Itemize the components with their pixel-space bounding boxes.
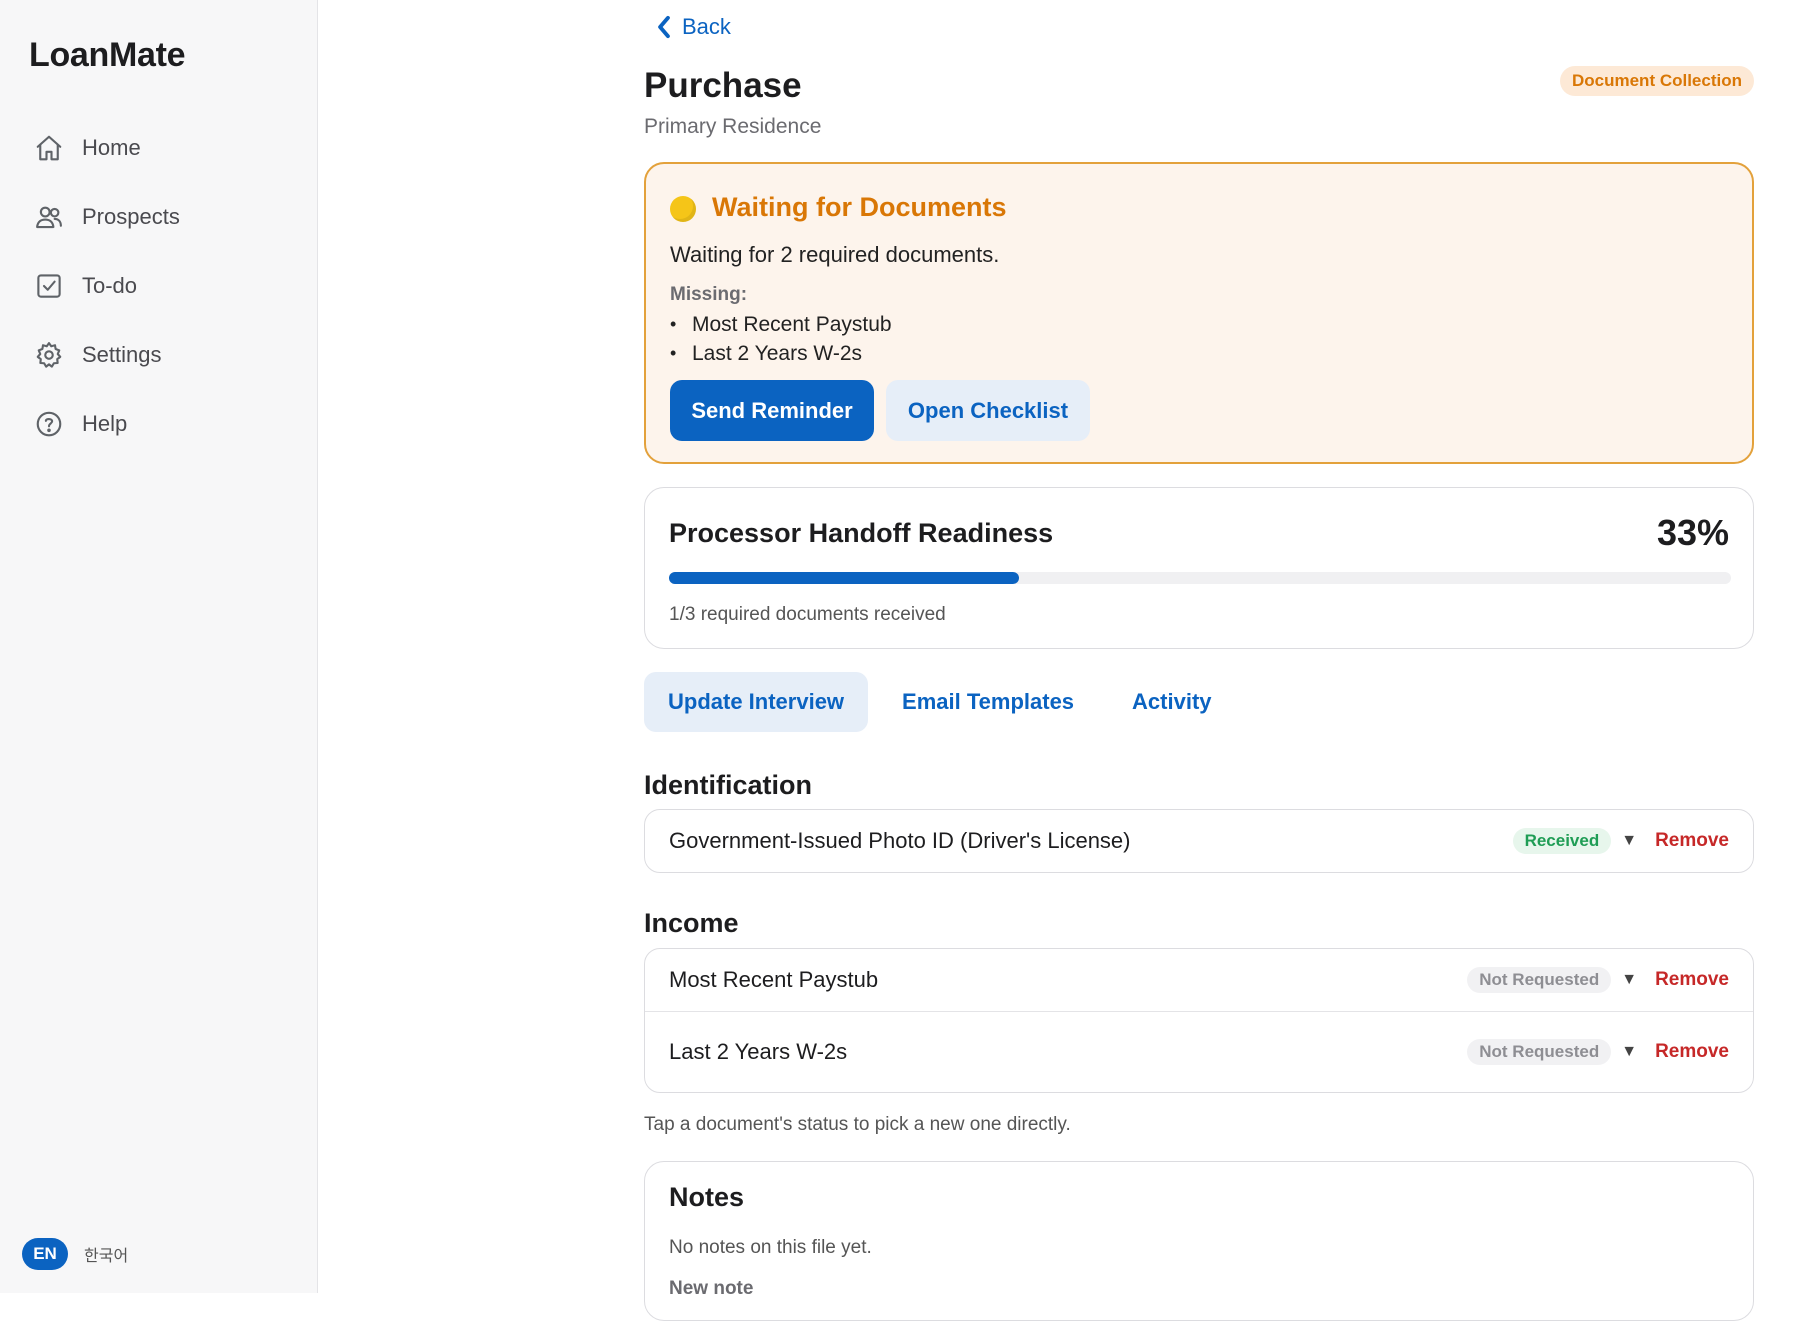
caret-down-icon[interactable]: ▼ [1621,1043,1637,1061]
section-title-identification: Identification [644,770,812,800]
missing-list: • Most Recent Paystub • Last 2 Years W-2s [670,310,892,368]
tab-email-templates[interactable]: Email Templates [878,672,1098,732]
yellow-circle-icon [670,196,696,222]
checkbox-icon [26,251,72,320]
status-badge[interactable]: Not Requested [1467,967,1612,993]
sidebar-item-label: Help [82,410,128,436]
identification-documents: Government-Issued Photo ID (Driver's Lic… [644,809,1754,873]
caret-down-icon[interactable]: ▼ [1621,832,1637,850]
document-name: Government-Issued Photo ID (Driver's Lic… [669,828,1131,853]
sidebar-item-prospects[interactable]: Prospects [26,182,296,251]
language-switcher: EN 한국어 [22,1238,128,1270]
remove-button[interactable]: Remove [1655,969,1729,991]
notes-empty-text: No notes on this file yet. [669,1237,872,1258]
sidebar-item-label: Home [82,134,141,160]
gear-icon [26,320,72,389]
missing-item-text: Most Recent Paystub [692,312,892,336]
tab-bar: Update Interview Email Templates Activit… [644,672,1246,732]
sidebar-nav: Home Prospects To-do Settings Help [26,113,296,458]
income-documents: Most Recent Paystub Not Requested ▼ Remo… [644,948,1754,1093]
readiness-progress-bar [669,572,1731,584]
document-row: Last 2 Years W-2s Not Requested ▼ Remove [645,1011,1753,1092]
tab-update-interview[interactable]: Update Interview [644,672,869,732]
stage-badge: Document Collection [1559,66,1754,96]
status-badge[interactable]: Not Requested [1467,1039,1612,1065]
document-name: Last 2 Years W-2s [669,1039,848,1064]
app-brand: LoanMate [29,36,186,74]
sidebar-item-todo[interactable]: To-do [26,251,296,320]
readiness-title: Processor Handoff Readiness [669,518,1054,548]
missing-item: • Most Recent Paystub [670,312,892,336]
document-controls: Not Requested ▼ Remove [1467,967,1729,993]
missing-label: Missing: [670,284,748,305]
section-title-income: Income [644,908,739,938]
document-controls: Received ▼ Remove [1512,828,1729,854]
help-icon [26,389,72,458]
remove-button[interactable]: Remove [1655,830,1729,852]
chevron-left-icon [658,15,670,39]
remove-button[interactable]: Remove [1655,1041,1729,1063]
readiness-percent: 33% [1656,512,1729,553]
sidebar-item-label: To-do [82,272,138,298]
notes-card: Notes No notes on this file yet. New not… [644,1161,1754,1321]
document-name: Most Recent Paystub [669,967,879,992]
sidebar: LoanMate Home Prospects To-do Settings H… [0,0,318,1293]
sidebar-item-settings[interactable]: Settings [26,320,296,389]
send-reminder-button[interactable]: Send Reminder [670,380,874,441]
readiness-card: Processor Handoff Readiness 33% 1/3 requ… [644,487,1754,649]
sidebar-item-label: Prospects [82,203,180,229]
back-link[interactable]: Back [654,14,731,40]
missing-item: • Last 2 Years W-2s [670,341,863,365]
tab-activity[interactable]: Activity [1108,672,1235,732]
alert-title: Waiting for Documents [712,192,1007,222]
back-label: Back [682,14,731,39]
waiting-alert: Waiting for Documents Waiting for 2 requ… [644,162,1754,464]
alert-message: Waiting for 2 required documents. [670,242,1000,267]
caret-down-icon[interactable]: ▼ [1621,971,1637,989]
missing-item-text: Last 2 Years W-2s [692,341,863,365]
sidebar-item-home[interactable]: Home [26,113,296,182]
notes-title: Notes [669,1182,745,1212]
page-subtitle: Primary Residence [644,115,822,138]
open-checklist-button[interactable]: Open Checklist [886,380,1090,441]
users-icon [26,182,72,251]
home-icon [26,113,72,182]
sidebar-item-help[interactable]: Help [26,389,296,458]
language-en-button[interactable]: EN [22,1238,68,1270]
language-ko-button[interactable]: 한국어 [84,1242,128,1266]
document-controls: Not Requested ▼ Remove [1467,1039,1729,1065]
document-row: Most Recent Paystub Not Requested ▼ Remo… [645,949,1753,1011]
readiness-progress-fill [669,572,1020,584]
new-note-label: New note [669,1278,754,1299]
readiness-note: 1/3 required documents received [669,604,946,625]
status-hint: Tap a document's status to pick a new on… [644,1114,1071,1135]
sidebar-item-label: Settings [82,341,162,367]
document-row: Government-Issued Photo ID (Driver's Lic… [645,810,1753,872]
status-badge[interactable]: Received [1512,828,1612,854]
page-title: Purchase [644,66,802,105]
